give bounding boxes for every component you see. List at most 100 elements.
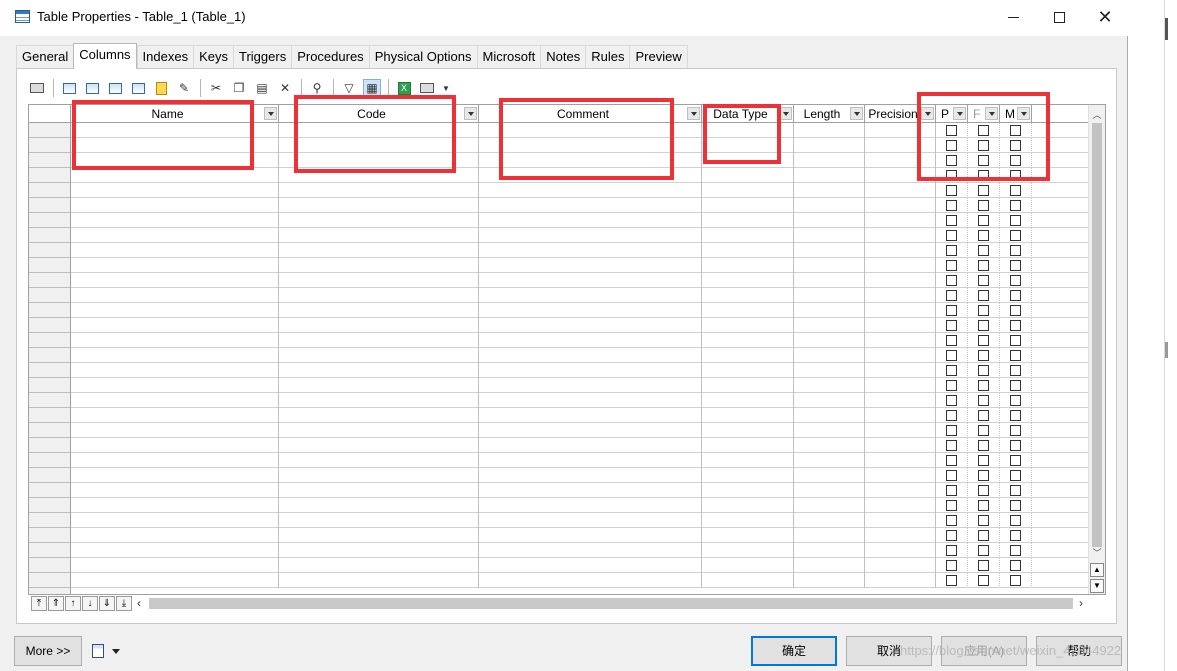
cell-length[interactable] [794,393,865,408]
cell-comment[interactable] [479,183,702,198]
page-down-icon[interactable]: ▼ [1090,579,1104,593]
cell-datatype[interactable] [702,183,794,198]
checkbox-f[interactable] [978,485,989,496]
checkbox-m[interactable] [1010,335,1021,346]
checkbox-m[interactable] [1010,275,1021,286]
checkbox-p[interactable] [946,410,957,421]
cell-name[interactable] [71,258,279,273]
cell-p[interactable] [936,318,968,333]
cell-code[interactable] [279,543,479,558]
cell-length[interactable] [794,318,865,333]
cell-p[interactable] [936,393,968,408]
checkbox-f[interactable] [978,215,989,226]
checkbox-p[interactable] [946,530,957,541]
cell-datatype[interactable] [702,498,794,513]
tab-microsoft[interactable]: Microsoft [476,45,541,68]
checkbox-f[interactable] [978,440,989,451]
cell-comment[interactable] [479,258,702,273]
cell-m[interactable] [1000,303,1032,318]
row-header[interactable] [29,153,70,168]
cell-length[interactable] [794,558,865,573]
row-header[interactable] [29,438,70,453]
cell-precision[interactable] [865,423,936,438]
cell-precision[interactable] [865,453,936,468]
cell-datatype[interactable] [702,213,794,228]
cell-precision[interactable] [865,393,936,408]
row-header[interactable] [29,558,70,573]
cell-code[interactable] [279,333,479,348]
checkbox-f[interactable] [978,500,989,511]
cell-m[interactable] [1000,558,1032,573]
checkbox-f[interactable] [978,200,989,211]
checkbox-p[interactable] [946,185,957,196]
cell-name[interactable] [71,198,279,213]
checkbox-p[interactable] [946,275,957,286]
cell-datatype[interactable] [702,438,794,453]
cell-length[interactable] [794,183,865,198]
row-header[interactable] [29,573,70,588]
cell-name[interactable] [71,513,279,528]
cell-f[interactable] [968,318,1000,333]
cell-f[interactable] [968,573,1000,588]
cell-p[interactable] [936,528,968,543]
cell-datatype[interactable] [702,423,794,438]
cell-length[interactable] [794,138,865,153]
cell-p[interactable] [936,213,968,228]
row-header[interactable] [29,333,70,348]
chevron-down-icon[interactable] [850,107,863,120]
cell-comment[interactable] [479,408,702,423]
cell-comment[interactable] [479,303,702,318]
cell-p[interactable] [936,333,968,348]
cell-name[interactable] [71,378,279,393]
checkbox-f[interactable] [978,230,989,241]
cell-f[interactable] [968,288,1000,303]
cell-m[interactable] [1000,438,1032,453]
cut-icon[interactable]: ✂ [207,79,225,97]
cell-p[interactable] [936,498,968,513]
cell-f[interactable] [968,363,1000,378]
cell-m[interactable] [1000,318,1032,333]
cell-datatype[interactable] [702,168,794,183]
cell-name[interactable] [71,543,279,558]
checkbox-m[interactable] [1010,470,1021,481]
checkbox-p[interactable] [946,425,957,436]
cell-name[interactable] [71,483,279,498]
tab-rules[interactable]: Rules [585,45,630,68]
checkbox-m[interactable] [1010,245,1021,256]
cell-f[interactable] [968,558,1000,573]
cell-name[interactable] [71,333,279,348]
cell-precision[interactable] [865,498,936,513]
cell-m[interactable] [1000,333,1032,348]
cell-p[interactable] [936,438,968,453]
cell-length[interactable] [794,468,865,483]
tab-general[interactable]: General [16,45,74,68]
cell-precision[interactable] [865,288,936,303]
checkbox-f[interactable] [978,260,989,271]
cell-code[interactable] [279,258,479,273]
cell-length[interactable] [794,438,865,453]
add-columns-icon[interactable] [106,79,124,97]
cell-precision[interactable] [865,318,936,333]
cell-p[interactable] [936,513,968,528]
checkbox-p[interactable] [946,335,957,346]
scroll-up-icon[interactable]: ︿ [1089,107,1105,123]
cell-p[interactable] [936,483,968,498]
cell-length[interactable] [794,483,865,498]
cell-name[interactable] [71,438,279,453]
cell-p[interactable] [936,423,968,438]
cell-name[interactable] [71,228,279,243]
checkbox-p[interactable] [946,365,957,376]
checkbox-f[interactable] [978,410,989,421]
cell-m[interactable] [1000,288,1032,303]
move-top-icon[interactable]: ⤒ [31,596,47,611]
cell-f[interactable] [968,303,1000,318]
cell-precision[interactable] [865,183,936,198]
checkbox-m[interactable] [1010,230,1021,241]
cell-f[interactable] [968,183,1000,198]
cell-m[interactable] [1000,528,1032,543]
cell-f[interactable] [968,243,1000,258]
checkbox-m[interactable] [1010,380,1021,391]
cell-length[interactable] [794,243,865,258]
cell-precision[interactable] [865,258,936,273]
checkbox-p[interactable] [946,485,957,496]
